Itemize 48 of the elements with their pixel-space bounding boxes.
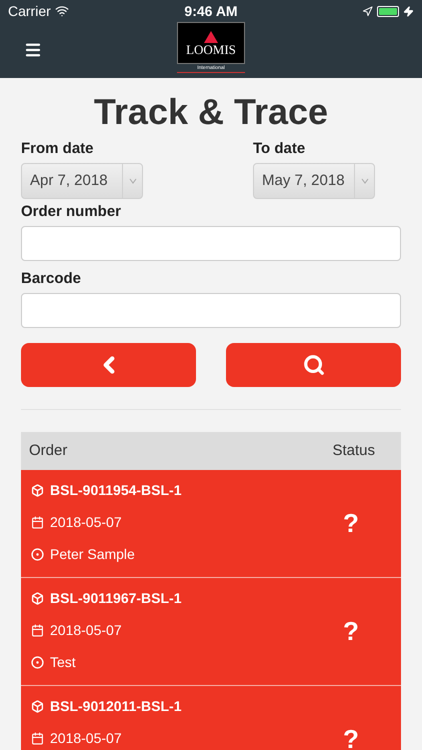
calendar-icon [31,624,44,637]
calendar-icon [31,732,44,745]
status-symbol: ? [343,723,359,750]
status-symbol: ? [343,615,359,648]
field-label: Order number [21,203,122,220]
search-icon [302,354,324,376]
column-header: Status [332,440,375,461]
order-number-field[interactable] [21,226,401,261]
logo-name: LOOMIS [186,42,236,56]
box-icon [31,700,44,713]
order-id: BSL-9011967-BSL-1 [50,589,182,608]
recipient-name: Test [50,653,76,672]
triangle-icon [204,30,218,42]
field-label: From date [21,140,95,157]
menu-icon [24,41,42,59]
column-header: Order [29,440,68,461]
order-row[interactable]: BSL-9011954-BSL-1 2018-05-07 Peter Sample ? [21,470,401,578]
target-icon [31,656,44,669]
search-button[interactable] [226,343,401,387]
order-row[interactable]: BSL-9012011-BSL-1 2018-05-07 ? [21,686,401,750]
battery-icon [377,6,400,16]
order-date: 2018-05-07 [50,621,122,640]
order-date: 2018-05-07 [50,513,122,532]
location-icon [362,6,374,16]
box-icon [31,484,44,497]
status-time: 9:46 AM [184,2,238,20]
calendar-icon [31,516,44,529]
box-icon [31,592,44,605]
order-id: BSL-9012011-BSL-1 [50,697,182,716]
field-label: Barcode [21,270,82,287]
status-symbol: ? [343,507,359,540]
order-id: BSL-9011954-BSL-1 [50,481,182,500]
page-title: Track & Trace [92,90,330,134]
date-select[interactable]: May 7, 2018 [253,163,375,199]
date-select[interactable]: Apr 7, 2018 [21,163,143,199]
field-label: To date [253,140,306,157]
recipient-name: Peter Sample [50,545,135,564]
caret-icon [128,178,136,184]
carrier-label: Carrier [8,2,51,20]
barcode-field[interactable] [21,293,401,328]
charging-icon [403,6,414,16]
order-date: 2018-05-07 [50,729,122,748]
order-row[interactable]: BSL-9011967-BSL-1 2018-05-07 Test ? [21,578,401,686]
target-icon [31,548,44,561]
back-button[interactable] [21,343,196,387]
caret-icon [360,178,368,184]
menu-button[interactable] [24,41,42,59]
wifi-icon [54,4,69,18]
